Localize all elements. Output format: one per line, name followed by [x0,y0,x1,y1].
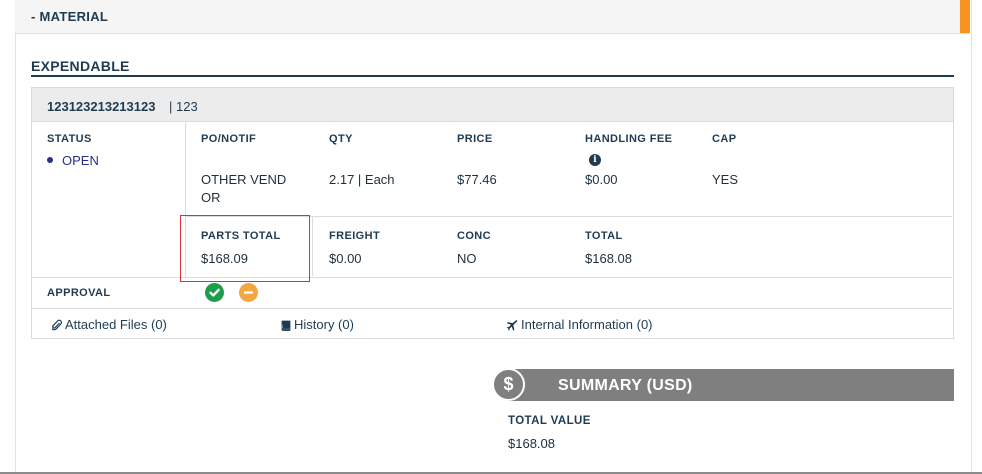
status-dot-icon [47,157,53,163]
status-label: STATUS [47,133,92,145]
handling-fee-value: $0.00 [585,172,618,187]
info-icon[interactable]: i [589,154,601,166]
paperclip-icon [50,319,62,331]
cap-value: YES [712,172,739,187]
approval-label: APPROVAL [47,287,111,299]
total-value-label: TOTAL VALUE [508,415,591,427]
attached-files-link[interactable]: Attached Files (0) [50,317,167,332]
price-label: PRICE [457,133,493,145]
check-circle-icon[interactable] [205,283,224,302]
approval-divider-top [32,277,952,278]
conc-value: NO [457,251,477,266]
approval-divider-bottom [32,308,952,309]
qty-label: QTY [329,133,353,145]
status-value: OPEN [62,153,99,168]
summary-title: SUMMARY (USD) [558,377,693,394]
expendable-divider [31,75,954,77]
plane-icon [507,320,518,331]
material-section-header[interactable] [15,0,970,34]
po-notif-label: PO/NOTIF [201,133,257,145]
po-notif-value-line2: OR [201,190,221,205]
part-card [31,87,954,339]
qty-value: 2.17 | Each [329,172,395,187]
part-number: 123123213213123 [47,99,156,114]
freight-label: FREIGHT [329,230,381,242]
total-value: $168.08 [585,251,632,266]
price-value: $77.46 [457,172,497,187]
cap-label: CAP [712,133,737,145]
expendable-title: EXPENDABLE [31,58,130,74]
history-label: History (0) [294,317,354,332]
parts-total-divider [312,217,313,276]
section-accent-bar [960,0,970,33]
dollar-icon: $ [492,368,525,401]
internal-information-label: Internal Information (0) [521,317,653,332]
attached-files-label: Attached Files (0) [65,317,167,332]
book-icon [281,320,291,331]
parts-total-highlight-box [180,215,310,282]
internal-information-link[interactable]: Internal Information (0) [507,317,653,332]
part-qty-id: | 123 [169,99,198,114]
material-section-title[interactable]: - MATERIAL [31,9,108,24]
total-label: TOTAL [585,230,623,242]
history-link[interactable]: History (0) [280,317,354,332]
minus-circle-icon[interactable] [239,283,258,302]
conc-label: CONC [457,230,491,242]
po-notif-value-line1: OTHER VEND [201,172,287,187]
handling-fee-label: HANDLING FEE [585,133,673,145]
freight-value: $0.00 [329,251,362,266]
total-value-amount: $168.08 [508,436,555,451]
